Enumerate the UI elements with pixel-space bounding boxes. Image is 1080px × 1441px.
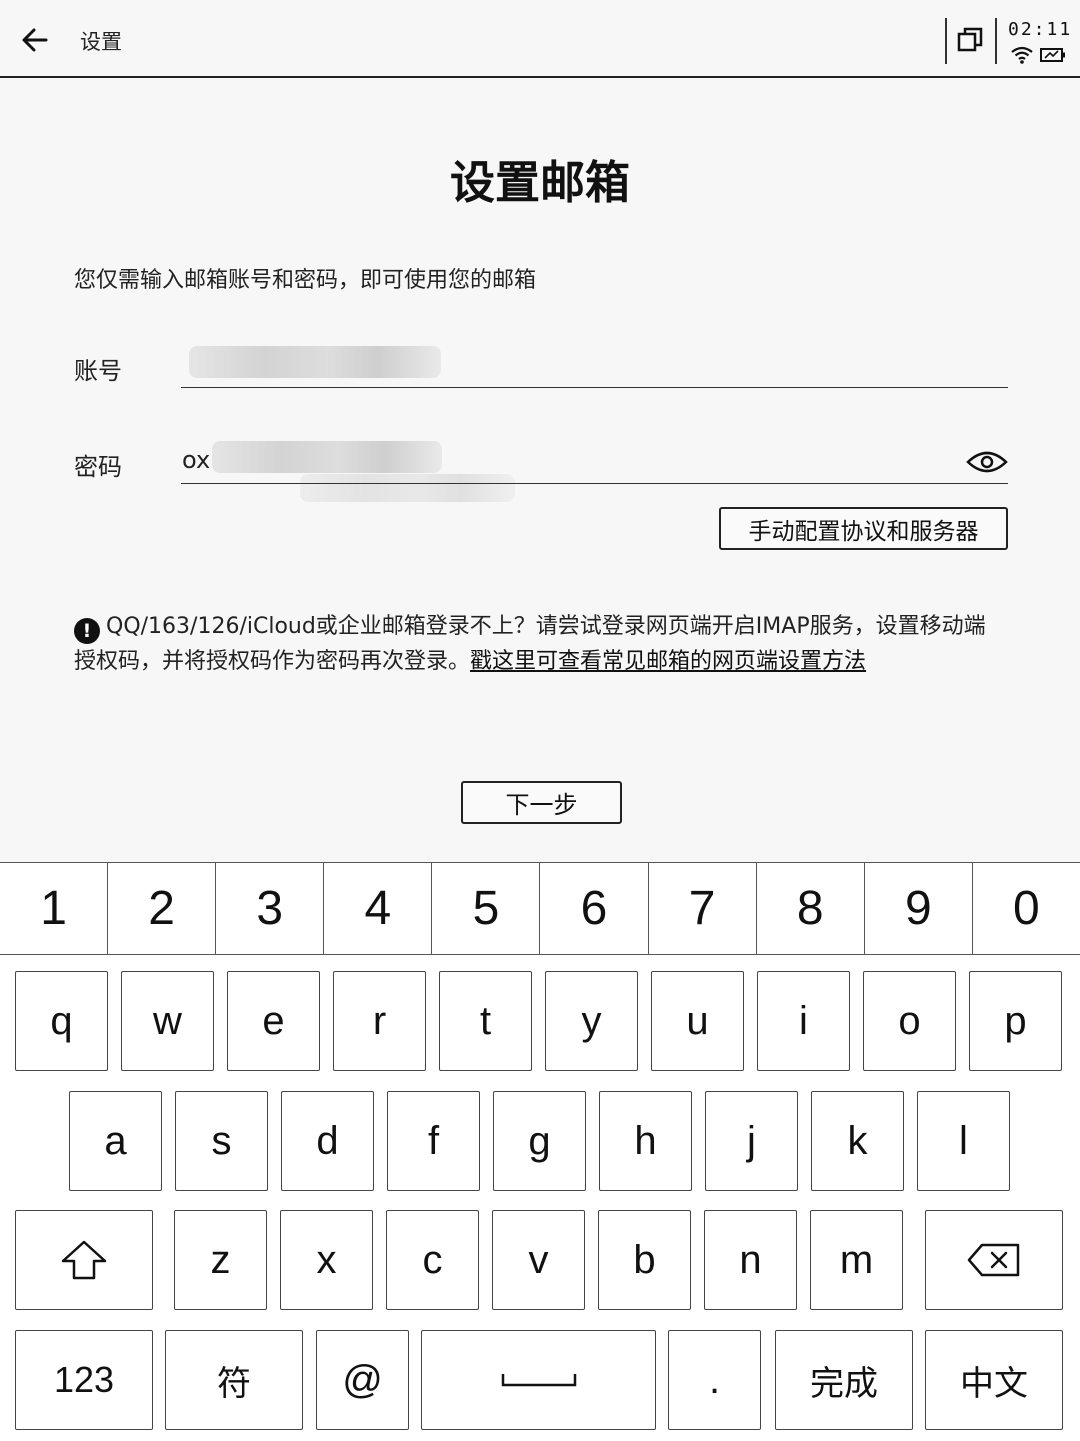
battery-charging-icon — [1040, 48, 1065, 62]
key-u[interactable]: u — [651, 971, 744, 1071]
key-6[interactable]: 6 — [540, 863, 649, 954]
key-f[interactable]: f — [387, 1091, 480, 1191]
redacted-account — [189, 346, 441, 378]
key-h[interactable]: h — [599, 1091, 692, 1191]
wifi-icon — [1011, 46, 1033, 64]
manual-config-button[interactable]: 手动配置协议和服务器 — [719, 507, 1008, 550]
key-i[interactable]: i — [757, 971, 850, 1071]
symbols-key[interactable]: 符 — [165, 1330, 303, 1430]
backspace-key[interactable] — [925, 1210, 1063, 1310]
on-screen-keyboard: 1 2 3 4 5 6 7 8 9 0 q w e r t y u i o p … — [0, 862, 1080, 1441]
password-value: ox — [182, 446, 211, 474]
top-bar: 设置 02:11 — [0, 0, 1080, 78]
key-3[interactable]: 3 — [216, 863, 325, 954]
key-n[interactable]: n — [704, 1210, 797, 1310]
redacted-password — [212, 441, 442, 473]
done-key[interactable]: 完成 — [775, 1330, 913, 1430]
topbar-divider — [945, 18, 947, 64]
key-8[interactable]: 8 — [757, 863, 865, 954]
at-key[interactable]: @ — [316, 1330, 409, 1430]
status-clock: 02:11 — [1008, 19, 1073, 40]
key-y[interactable]: y — [545, 971, 638, 1071]
next-step-button[interactable]: 下一步 — [461, 781, 622, 824]
key-2[interactable]: 2 — [108, 863, 217, 954]
shift-key[interactable] — [15, 1210, 153, 1310]
login-help-notice: ! QQ/163/126/iCloud或企业邮箱登录不上？请尝试登录网页端开启IM… — [74, 609, 1004, 679]
topbar-title: 设置 — [80, 30, 122, 54]
key-o[interactable]: o — [863, 971, 956, 1071]
key-0[interactable]: 0 — [973, 863, 1080, 954]
intro-text: 您仅需输入邮箱账号和密码，即可使用您的邮箱 — [74, 268, 537, 293]
show-password-eye-icon[interactable] — [966, 446, 1008, 478]
key-z[interactable]: z — [174, 1210, 267, 1310]
key-g[interactable]: g — [493, 1091, 586, 1191]
key-r[interactable]: r — [333, 971, 426, 1071]
period-key[interactable]: . — [668, 1330, 761, 1430]
topbar-divider — [995, 18, 997, 64]
key-4[interactable]: 4 — [324, 863, 433, 954]
numeric-mode-key[interactable]: 123 — [15, 1330, 153, 1430]
key-c[interactable]: c — [386, 1210, 479, 1310]
key-1[interactable]: 1 — [0, 863, 109, 954]
account-label: 账号 — [74, 357, 122, 385]
redacted-password — [300, 474, 515, 502]
shift-arrow-icon — [61, 1240, 107, 1280]
key-w[interactable]: w — [121, 971, 214, 1071]
number-row: 1 2 3 4 5 6 7 8 9 0 — [0, 863, 1080, 955]
key-k[interactable]: k — [811, 1091, 904, 1191]
account-underline — [181, 387, 1008, 388]
key-b[interactable]: b — [598, 1210, 691, 1310]
warning-icon: ! — [74, 618, 100, 644]
key-d[interactable]: d — [281, 1091, 374, 1191]
key-s[interactable]: s — [175, 1091, 268, 1191]
page-title: 设置邮箱 — [449, 156, 630, 209]
key-7[interactable]: 7 — [649, 863, 757, 954]
key-9[interactable]: 9 — [865, 863, 973, 954]
webmail-settings-link[interactable]: 戳这里可查看常见邮箱的网页端设置方法 — [470, 649, 866, 674]
key-5[interactable]: 5 — [432, 863, 541, 954]
account-input[interactable] — [181, 340, 1008, 388]
password-underline — [181, 483, 1008, 484]
backspace-icon — [967, 1243, 1020, 1277]
space-bar-icon — [501, 1374, 576, 1387]
key-v[interactable]: v — [492, 1210, 585, 1310]
language-switch-key[interactable]: 中文 — [925, 1330, 1063, 1430]
back-arrow-icon[interactable] — [16, 20, 56, 60]
key-j[interactable]: j — [705, 1091, 798, 1191]
password-label: 密码 — [74, 453, 122, 481]
space-key[interactable] — [421, 1330, 656, 1430]
key-l[interactable]: l — [917, 1091, 1010, 1191]
key-m[interactable]: m — [810, 1210, 903, 1310]
multi-window-icon[interactable] — [956, 26, 984, 54]
key-p[interactable]: p — [969, 971, 1062, 1071]
key-x[interactable]: x — [280, 1210, 373, 1310]
key-q[interactable]: q — [15, 971, 108, 1071]
key-e[interactable]: e — [227, 971, 320, 1071]
key-t[interactable]: t — [439, 971, 532, 1071]
key-a[interactable]: a — [69, 1091, 162, 1191]
